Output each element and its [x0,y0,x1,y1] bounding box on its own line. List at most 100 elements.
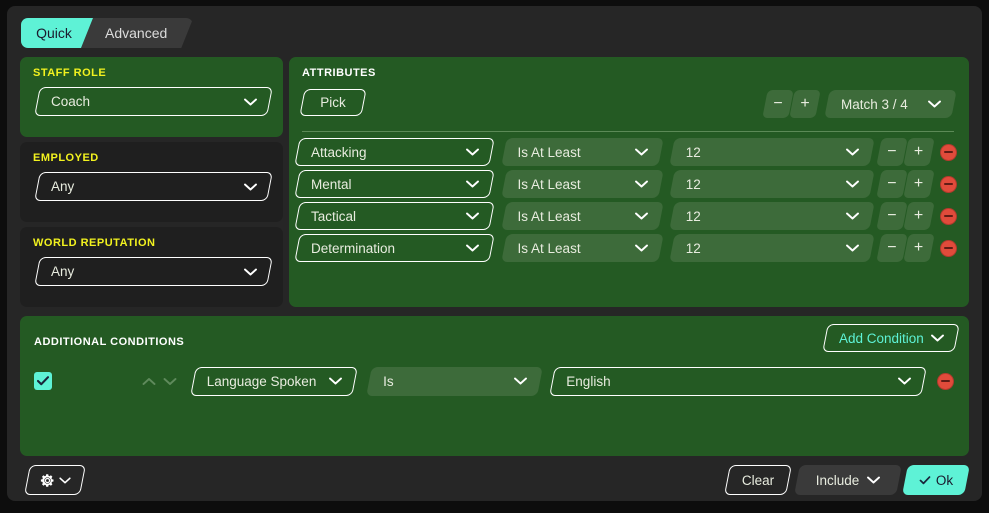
chevron-down-icon [465,180,479,188]
chevron-down-icon [514,377,528,385]
match-decrement-button[interactable]: − [762,90,794,118]
value-increment-button[interactable]: + [902,202,934,230]
attributes-divider [302,131,954,132]
attribute-select[interactable]: Determination [294,234,495,262]
value-decrement-button[interactable]: − [876,138,908,166]
value-select[interactable]: 12 [669,234,875,262]
remove-row-button[interactable] [940,175,957,193]
clear-button[interactable]: Clear [724,465,792,495]
panel-attributes: ATTRIBUTES Pick − + Match 3 / 4 Attackin… [289,57,969,307]
value-increment-button[interactable]: + [902,234,934,262]
remove-row-button[interactable] [940,239,957,257]
attribute-select[interactable]: Mental [294,170,495,198]
condition-operator-value: Is [383,373,394,389]
move-down-icon[interactable] [163,377,177,386]
attribute-threshold-value: 12 [685,240,701,256]
attribute-threshold-value: 12 [685,176,701,192]
attribute-value: Tactical [311,208,357,224]
chevron-down-icon [846,148,860,156]
comparator-select[interactable]: Is At Least [500,202,664,230]
chevron-down-icon [931,334,944,342]
ok-button[interactable]: Ok [902,465,970,495]
value-select[interactable]: 12 [669,138,875,166]
value-increment-label: + [913,175,924,192]
match-count-select[interactable]: Match 3 / 4 [824,90,957,118]
settings-button[interactable] [24,465,86,495]
clear-button-label: Clear [741,472,775,488]
chevron-down-icon [329,377,343,385]
add-condition-button[interactable]: Add Condition [822,324,960,352]
match-increment-button[interactable]: + [789,90,821,118]
world-reputation-select[interactable]: Any [34,257,273,286]
chevron-down-icon [244,98,257,106]
value-select[interactable]: 12 [669,202,875,230]
mode-tabs: Quick Advanced [21,18,193,48]
staff-role-select[interactable]: Coach [34,87,273,116]
comparator-select[interactable]: Is At Least [500,234,664,262]
staff-role-label: STAFF ROLE [33,67,107,79]
comparator-value: Is At Least [517,176,581,192]
value-increment-button[interactable]: + [902,138,934,166]
attribute-value: Attacking [311,144,367,160]
value-decrement-label: − [887,207,897,224]
value-increment-label: + [913,143,924,160]
panel-staff-role: STAFF ROLE Coach [20,57,283,137]
comparator-value: Is At Least [517,144,581,160]
attribute-value: Mental [311,176,352,192]
value-increment-button[interactable]: + [902,170,934,198]
value-decrement-button[interactable]: − [876,170,908,198]
staff-role-value: Coach [51,94,91,109]
move-up-icon[interactable] [142,377,156,386]
value-increment-label: + [913,239,924,256]
minus-icon [944,246,954,250]
chevron-down-icon [244,183,257,191]
pick-button-label: Pick [320,95,346,110]
tab-quick[interactable]: Quick [21,18,93,48]
condition-enabled-checkbox[interactable] [34,372,52,390]
chevron-down-icon [465,212,479,220]
include-dropdown[interactable]: Include [794,465,902,495]
condition-value: English [566,373,611,389]
condition-field-select[interactable]: Language Spoken [189,366,358,396]
attribute-select[interactable]: Attacking [294,138,495,166]
condition-value-select[interactable]: English [549,366,928,396]
comparator-value: Is At Least [517,240,581,256]
condition-operator-select[interactable]: Is [366,366,544,396]
tab-advanced[interactable]: Advanced [81,18,193,48]
minus-icon [941,379,951,383]
panel-additional-conditions: ADDITIONAL CONDITIONS Add Condition Lang… [20,316,969,456]
value-decrement-label: − [887,175,897,192]
pick-button[interactable]: Pick [299,89,367,116]
remove-row-button[interactable] [940,207,957,225]
include-dropdown-label: Include [815,472,860,488]
value-decrement-button[interactable]: − [876,202,908,230]
panel-world-reputation: WORLD REPUTATION Any [20,227,283,307]
value-decrement-button[interactable]: − [876,234,908,262]
minus-icon [944,150,954,154]
chevron-down-icon [846,180,860,188]
comparator-select[interactable]: Is At Least [500,170,664,198]
value-select[interactable]: 12 [669,170,875,198]
search-filter-window: Quick Advanced STAFF ROLE Coach EMPLOYED… [7,6,982,501]
chevron-down-icon [634,148,648,156]
value-decrement-label: − [887,239,897,256]
gear-icon [40,473,55,488]
comparator-select[interactable]: Is At Least [500,138,664,166]
table-row: Determination Is At Least 12 − + [294,234,957,262]
chevron-down-icon [465,148,479,156]
chevron-down-icon [928,100,941,108]
attribute-select[interactable]: Tactical [294,202,495,230]
attribute-threshold-value: 12 [685,208,701,224]
chevron-down-icon [846,212,860,220]
ok-button-label: Ok [935,472,954,488]
employed-value: Any [51,179,75,194]
condition-row: Language Spoken Is English [34,366,955,396]
employed-select[interactable]: Any [34,172,273,201]
chevron-down-icon [58,476,71,484]
remove-condition-button[interactable] [937,372,955,390]
attribute-threshold-value: 12 [685,144,701,160]
table-row: Attacking Is At Least 12 − + [294,138,957,166]
panel-employed: EMPLOYED Any [20,142,283,222]
remove-row-button[interactable] [940,143,957,161]
condition-field-value: Language Spoken [206,373,317,389]
